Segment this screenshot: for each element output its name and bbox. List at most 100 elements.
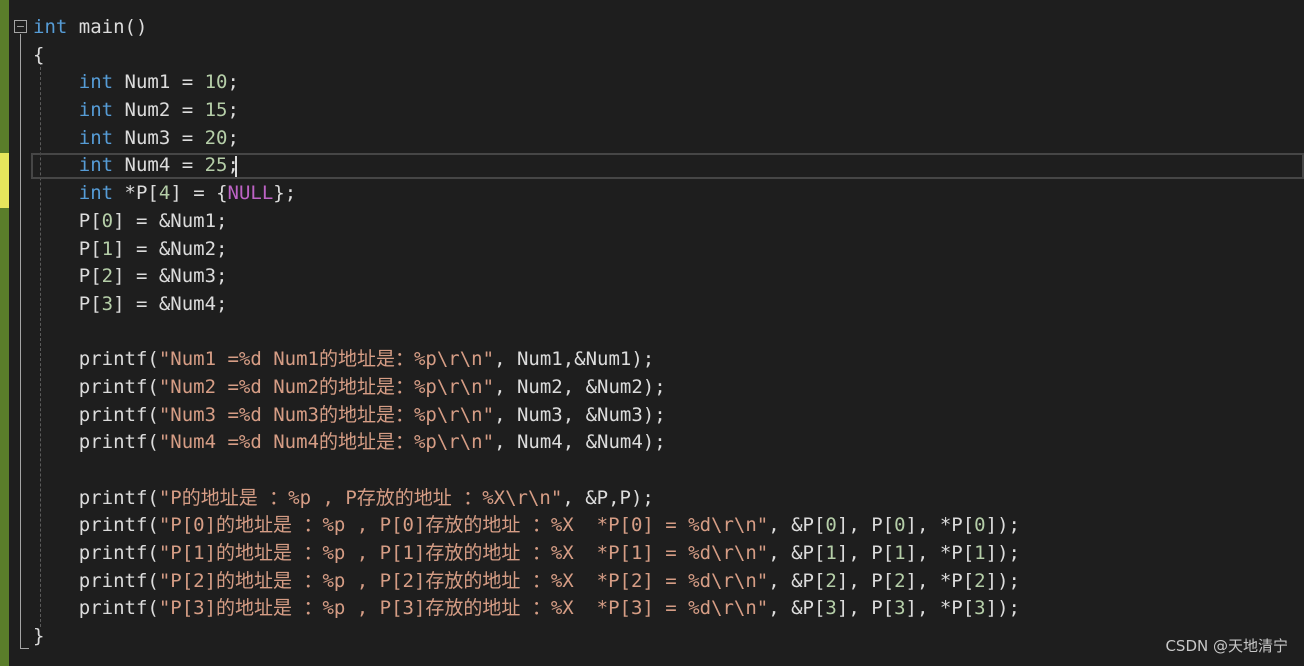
text-token: ], P[ [836,542,895,565]
macro-token: NULL [227,182,274,205]
code-line[interactable]: P[1] = &Num2; [33,236,1020,264]
text-token: printf( [33,542,159,565]
code-line[interactable]: printf("P[2]的地址是 ：%p , P[2]存放的地址 ：%X *P[… [33,568,1020,596]
keyword-token: int [78,126,114,149]
code-line[interactable]: int Num3 = 20; [33,125,1020,153]
string-token: "Num2 =%d Num2的地址是：%p\r\n" [158,375,495,398]
text-token: ]); [985,597,1020,620]
number-token: 3 [974,597,986,620]
code-line[interactable]: } [33,623,1020,651]
text-token: P[ [33,209,102,232]
text-token: ]); [985,542,1020,565]
code-line[interactable]: printf("Num2 =%d Num2的地址是：%p\r\n", Num2,… [33,374,1020,402]
code-line[interactable]: printf("Num4 =%d Num4的地址是：%p\r\n", Num4,… [33,429,1020,457]
text-token: printf( [33,597,159,620]
text-token: ], P[ [836,597,895,620]
text-token: printf( [33,403,159,426]
change-tracking-margin [0,0,9,666]
text-token: ; [227,154,239,177]
code-line[interactable]: printf("P的地址是 ：%p , P存放的地址 ：%X\r\n", &P,… [33,485,1020,513]
text-token: , &P[ [768,569,826,592]
text-token: , &P,P); [562,486,654,509]
code-editor[interactable]: − int main(){ int Num1 = 10; int Num2 = … [0,0,1304,666]
code-line[interactable]: printf("P[1]的地址是 ：%p , P[1]存放的地址 ：%X *P[… [33,540,1020,568]
number-token: 0 [101,209,114,232]
fold-region-end [20,648,29,649]
number-token: 2 [101,265,114,288]
text-token: , &P[ [768,514,826,537]
text-token: , &P[ [768,542,826,565]
number-token: 25 [204,154,228,177]
code-line[interactable]: printf("Num1 =%d Num1的地址是：%p\r\n", Num1,… [33,346,1020,374]
text-token: ], P[ [836,514,895,537]
text-token: *P[ [113,182,159,205]
number-token: 0 [894,514,906,537]
text-token: Num2 = [113,99,205,122]
number-token: 20 [204,126,228,149]
text-token: P[ [33,237,102,260]
code-line[interactable]: P[2] = &Num3; [33,263,1020,291]
code-line[interactable] [33,457,1020,485]
fold-region-line [20,34,21,649]
text-token: main() [67,16,148,38]
string-token: "P[3]的地址是 ：%p , P[3]存放的地址 ：%X *P[3] = %d… [158,597,769,620]
text-token: printf( [33,431,159,454]
keyword-token: int [78,71,114,94]
text-token: Num1 = [113,71,205,94]
string-token: "P[2]的地址是 ：%p , P[2]存放的地址 ：%X *P[2] = %d… [158,569,769,592]
text-token: { [33,43,45,66]
text-token: , Num2, &Num2); [494,375,666,398]
code-line[interactable]: int *P[4] = {NULL}; [33,180,1020,208]
text-token: P[ [33,292,102,315]
text-token: ] = &Num1; [113,209,228,232]
code-line[interactable]: printf("P[0]的地址是 ：%p , P[0]存放的地址 ：%X *P[… [33,512,1020,540]
code-line[interactable]: P[3] = &Num4; [33,291,1020,319]
number-token: 0 [974,514,986,537]
text-token: printf( [33,375,159,398]
text-token: ], *P[ [905,597,975,620]
text-token: printf( [33,348,159,371]
text-token: ], P[ [836,569,895,592]
text-token: ] = &Num3; [113,265,228,288]
code-line[interactable]: int main() [33,14,1020,42]
code-line[interactable] [33,319,1020,347]
string-token: "P[1]的地址是 ：%p , P[1]存放的地址 ：%X *P[1] = %d… [158,542,769,565]
collapse-icon[interactable]: − [14,20,27,33]
string-token: "P[0]的地址是 ：%p , P[0]存放的地址 ：%X *P[0] = %d… [158,514,769,537]
number-token: 10 [204,71,228,94]
number-token: 3 [825,597,837,620]
string-token: "Num4 =%d Num4的地址是：%p\r\n" [158,431,495,454]
watermark: CSDN @天地清宁 [1165,637,1288,655]
text-token: ; [227,126,239,149]
code-line[interactable]: int Num2 = 15; [33,97,1020,125]
code-lines[interactable]: int main(){ int Num1 = 10; int Num2 = 15… [33,14,1020,651]
text-token: }; [273,182,297,205]
code-line[interactable]: printf("P[3]的地址是 ：%p , P[3]存放的地址 ：%X *P[… [33,595,1020,623]
text-token: ], *P[ [905,569,975,592]
number-token: 2 [894,569,906,592]
keyword-token: int [33,16,68,38]
code-line[interactable]: { [33,42,1020,70]
text-token: ] = { [170,182,228,205]
text-token: ] = &Num4; [113,292,228,315]
code-line[interactable]: int Num4 = 25; [33,152,1020,180]
number-token: 0 [825,514,837,537]
text-token: ; [227,71,239,94]
number-token: 1 [101,237,114,260]
text-token: Num4 = [113,154,205,177]
text-token: ]); [985,569,1020,592]
number-token: 4 [158,182,171,205]
number-token: 3 [101,292,114,315]
number-token: 1 [825,542,837,565]
keyword-token: int [78,154,114,177]
text-token: ; [227,99,239,122]
code-line[interactable]: int Num1 = 10; [33,69,1020,97]
code-line[interactable]: P[0] = &Num1; [33,208,1020,236]
code-line[interactable]: printf("Num3 =%d Num3的地址是：%p\r\n", Num3,… [33,402,1020,430]
unsaved-change-marker [0,153,9,208]
text-token: printf( [33,486,159,509]
